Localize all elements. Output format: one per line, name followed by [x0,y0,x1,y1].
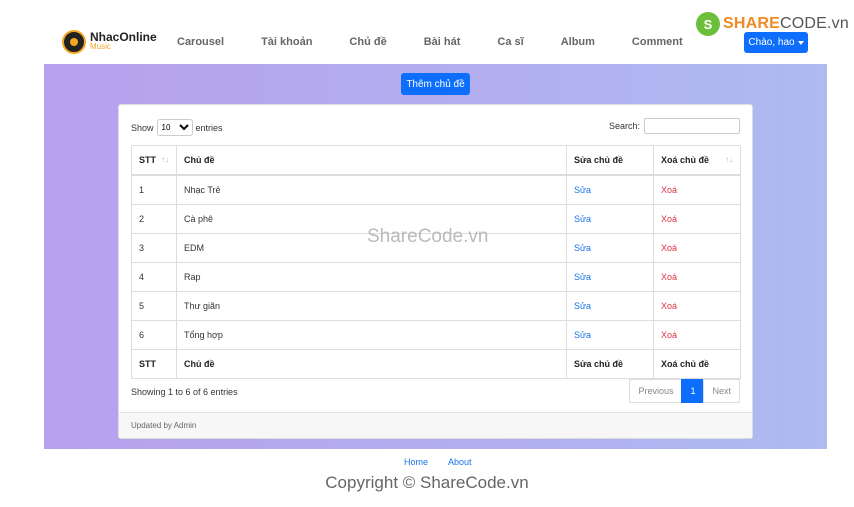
headphones-icon [62,30,86,54]
cell-edit: Sửa [566,204,654,234]
delete-link[interactable]: Xoá [661,185,677,195]
search-label: Search: [608,121,640,131]
footer-links: Home About [404,457,492,467]
cell-stt: 6 [131,320,177,350]
cell-edit: Sửa [566,233,654,263]
sort-icon: ↑↓ [725,155,733,164]
edit-link[interactable]: Sửa [574,301,591,311]
cell-delete: Xoá [653,320,741,350]
cell-stt: 4 [131,262,177,292]
edit-link[interactable]: Sửa [574,272,591,282]
pagination: Previous 1 Next [629,379,740,403]
cell-edit: Sửa [566,291,654,321]
nav-album[interactable]: Album [561,36,595,48]
cell-edit: Sửa [566,262,654,292]
nav-carousel[interactable]: Carousel [177,36,224,48]
sharecode-rest: CODE.vn [780,15,849,32]
search-input[interactable] [644,118,740,134]
edit-link[interactable]: Sửa [574,330,591,340]
cell-delete: Xoá [653,204,741,234]
header-stt[interactable]: STT ↑↓ [131,145,177,176]
header-edit[interactable]: Sửa chủ đề [566,145,654,176]
search-control: Search: [609,118,740,134]
table-row: 5 Thư giãn Sửa Xoá [131,291,741,321]
cell-edit: Sửa [566,320,654,350]
delete-link[interactable]: Xoá [661,272,677,282]
card-footer: Updated by Admin [119,412,752,438]
cell-stt: 3 [131,233,177,263]
cell-stt: 5 [131,291,177,321]
entries-label: entries [195,122,223,133]
next-page-button[interactable]: Next [703,379,740,403]
delete-link[interactable]: Xoá [661,330,677,340]
cell-delete: Xoá [653,262,741,292]
sharecode-logo: S SHARECODE.vn [696,12,849,36]
delete-link[interactable]: Xoá [661,301,677,311]
edit-link[interactable]: Sửa [574,185,591,195]
cell-topic: Thư giãn [176,291,567,321]
sharecode-accent: SHARE [723,15,781,32]
nav-comment[interactable]: Comment [632,36,683,48]
cell-stt: 2 [131,204,177,234]
copyright-text: Copyright © ShareCode.vn [325,473,529,492]
sharecode-icon: S [696,12,720,36]
table-header-row: STT ↑↓ Chủ đề Sửa chủ đề Xoá chủ đề ↑↓ [131,145,741,176]
header-topic[interactable]: Chủ đề [176,145,567,176]
delete-link[interactable]: Xoá [661,243,677,253]
cell-delete: Xoá [653,291,741,321]
table-row: 4 Rap Sửa Xoá [131,262,741,292]
cell-edit: Sửa [566,174,654,205]
cell-topic: Nhạc Trẻ [176,174,567,205]
page-size-control: Show 10 entries [131,119,223,136]
table-row: 6 Tổng hợp Sửa Xoá [131,320,741,350]
edit-link[interactable]: Sửa [574,214,591,224]
footer-home-link[interactable]: Home [404,457,428,467]
page-1-button[interactable]: 1 [681,379,705,403]
page-size-select[interactable]: 10 [156,119,193,136]
nav-singers[interactable]: Ca sĩ [497,36,523,48]
topics-table: STT ↑↓ Chủ đề Sửa chủ đề Xoá chủ đề ↑↓ 1 N… [131,145,741,379]
show-label: Show [131,122,154,133]
topics-card: Show 10 entries Search: STT ↑↓ Chủ đề Sửa… [118,104,753,439]
cell-delete: Xoá [653,174,741,205]
footer-edit: Sửa chủ đề [566,349,654,379]
cell-topic: Rap [176,262,567,292]
nav-links: Carousel Tài khoản Chủ đề Bài hát Ca sĩ … [177,36,720,48]
nav-songs[interactable]: Bài hát [424,36,461,48]
nav-topics[interactable]: Chủ đề [349,36,386,48]
footer-delete: Xoá chủ đề [653,349,741,379]
sort-icon: ↑↓ [161,155,169,164]
header-delete[interactable]: Xoá chủ đề ↑↓ [653,145,741,176]
logo-main-text: NhacOnline [90,30,157,44]
nav-accounts[interactable]: Tài khoản [261,36,312,48]
site-logo[interactable]: NhacOnline Music [62,30,157,54]
cell-topic: Tổng hợp [176,320,567,350]
cell-delete: Xoá [653,233,741,263]
table-info: Showing 1 to 6 of 6 entries [131,387,238,397]
footer-about-link[interactable]: About [448,457,472,467]
table-row: 1 Nhạc Trẻ Sửa Xoá [131,174,741,205]
overlay-watermark: ShareCode.vn [367,226,489,247]
delete-link[interactable]: Xoá [661,214,677,224]
table-footer-row: STT Chủ đề Sửa chủ đề Xoá chủ đề [131,349,741,379]
cell-stt: 1 [131,174,177,205]
edit-link[interactable]: Sửa [574,243,591,253]
add-topic-button[interactable]: Thêm chủ đề [401,73,470,95]
footer-stt: STT [131,349,177,379]
previous-page-button[interactable]: Previous [629,379,683,403]
footer-topic: Chủ đề [176,349,567,379]
content-area: Thêm chủ đề Show 10 entries Search: STT ↑… [44,64,827,449]
user-menu-label: Chào, hao [748,37,795,48]
caret-down-icon [797,40,804,45]
